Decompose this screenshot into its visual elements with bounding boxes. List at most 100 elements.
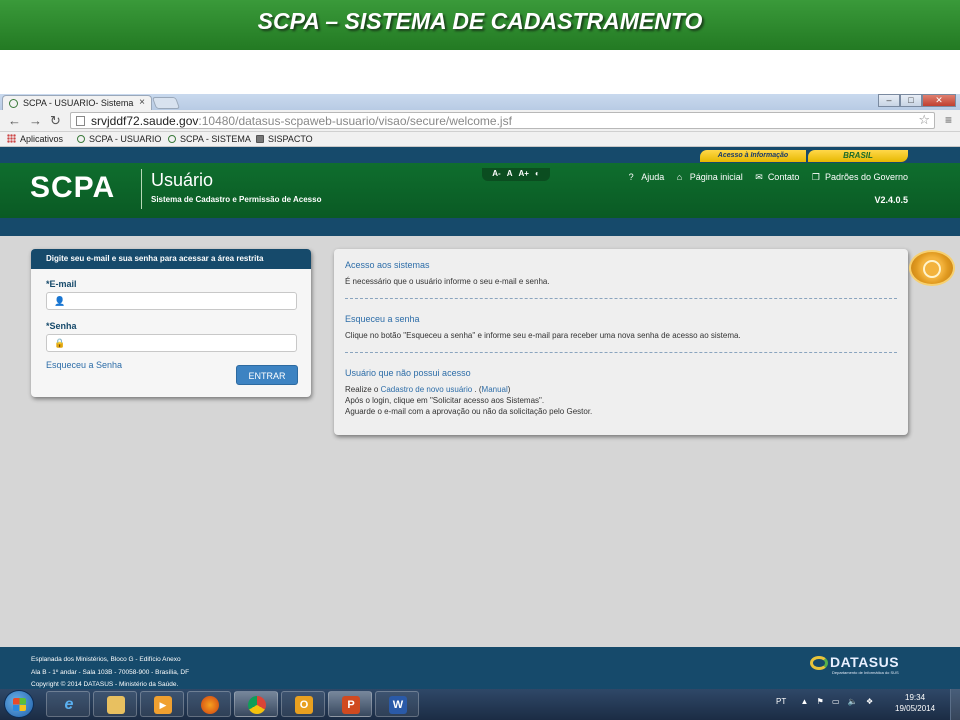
help-link[interactable]: ? Ajuda: [624, 172, 665, 182]
browser-tab-strip: SCPA - USUARIO- Sistema × – □ ✕: [0, 94, 960, 110]
window-controls: – □ ✕: [878, 94, 956, 108]
email-label: *E-mail: [46, 279, 77, 289]
flag-icon[interactable]: ⚑: [817, 697, 824, 706]
start-button[interactable]: [4, 690, 34, 718]
apps-icon: [7, 134, 16, 143]
header-links: ? Ajuda ⌂ Página inicial ✉ Contato ❐ Padrõ…: [619, 172, 908, 183]
font-increase-button[interactable]: A+: [518, 169, 528, 178]
info-title: Esqueceu a senha: [345, 314, 420, 324]
media-player-icon: ▶: [154, 696, 172, 714]
bookmark-scpa-sistema[interactable]: SCPA - SISTEMA: [168, 134, 251, 144]
taskbar: e ▶ O P W PT ▲ ⚑ ▭ 🔈 ❖ 19:34 19/05/2014: [0, 689, 960, 720]
bookmarks-bar: Aplicativos SCPA - USUARIO SCPA - SISTEM…: [0, 132, 960, 147]
lock-icon: 🔒: [54, 338, 66, 348]
language-indicator[interactable]: PT: [776, 697, 786, 706]
contact-link[interactable]: ✉ Contato: [750, 172, 799, 182]
gov-standards-link[interactable]: ❐ Padrões do Governo: [807, 172, 908, 182]
info-text: É necessário que o usuário informe o seu…: [345, 277, 550, 286]
password-label: *Senha: [46, 321, 77, 331]
favicon-icon: [9, 99, 18, 108]
favicon-icon: [168, 135, 176, 143]
contrast-icon[interactable]: ◐: [535, 169, 540, 178]
tray-expand-icon[interactable]: ▲: [800, 697, 808, 706]
info-text: Clique no botão "Esqueceu a senha" e inf…: [345, 331, 741, 340]
tab-title: SCPA - USUARIO- Sistema: [23, 98, 134, 108]
clock[interactable]: 19:34 19/05/2014: [895, 692, 935, 714]
taskbar-powerpoint[interactable]: P: [328, 691, 372, 717]
taskbar-word[interactable]: W: [375, 691, 419, 717]
show-desktop-button[interactable]: [950, 689, 960, 720]
divider: [345, 298, 897, 299]
menu-icon[interactable]: ≡: [945, 113, 952, 127]
bookmark-label: Aplicativos: [20, 134, 64, 144]
acesso-informacao-link[interactable]: Acesso à Informação: [700, 150, 806, 162]
mail-icon: ✉: [755, 172, 763, 182]
info-title: Usuário que não possui acesso: [345, 368, 471, 378]
forward-icon[interactable]: →: [29, 113, 42, 128]
network-icon[interactable]: ▭: [832, 697, 840, 706]
new-user-link[interactable]: Cadastro de novo usuário: [381, 385, 473, 394]
ie-icon: e: [64, 696, 74, 713]
forgot-password-link[interactable]: Esqueceu a Senha: [46, 360, 122, 370]
site-header: SCPA Usuário Sistema de Cadastro e Permi…: [0, 163, 960, 218]
taskbar-outlook[interactable]: O: [281, 691, 325, 717]
font-default-button[interactable]: A: [507, 169, 513, 178]
favicon-icon: [77, 135, 85, 143]
seal-inner: [923, 260, 941, 278]
sispacto-icon: [256, 135, 264, 143]
bookmark-star-icon[interactable]: ☆: [918, 112, 930, 128]
enter-button[interactable]: ENTRAR: [236, 365, 298, 385]
taskbar-media[interactable]: ▶: [140, 691, 184, 717]
powerpoint-icon: P: [342, 696, 360, 714]
font-size-controls: A- A A+ ◐: [482, 168, 550, 181]
clock-date: 19/05/2014: [895, 704, 936, 713]
volume-icon[interactable]: 🔈: [848, 697, 858, 706]
scpa-logo[interactable]: SCPA: [30, 171, 115, 205]
info-text: Realize o Cadastro de novo usuário . (Ma…: [345, 385, 593, 416]
page-icon: [76, 116, 85, 126]
word-icon: W: [389, 696, 407, 714]
taskbar-firefox[interactable]: [187, 691, 231, 717]
manual-link[interactable]: Manual: [482, 385, 508, 394]
browser-tab[interactable]: SCPA - USUARIO- Sistema ×: [2, 95, 152, 110]
divider: [345, 352, 897, 353]
back-icon[interactable]: ←: [8, 113, 21, 128]
login-heading: Digite seu e-mail e sua senha para acess…: [31, 249, 311, 269]
window-close-icon[interactable]: ✕: [922, 94, 956, 107]
chrome-icon: [248, 696, 266, 714]
reload-icon[interactable]: ↻: [50, 113, 61, 129]
new-tab-button[interactable]: [151, 97, 181, 109]
taskbar-explorer[interactable]: [93, 691, 137, 717]
brasil-link[interactable]: BRASIL: [808, 150, 908, 162]
bookmark-sispacto[interactable]: SISPACTO: [256, 134, 313, 144]
taskbar-ie[interactable]: e: [46, 691, 90, 717]
bookmark-label: SCPA - USUARIO: [89, 134, 162, 144]
seal-badge-icon[interactable]: [909, 250, 955, 286]
info-section-access: Acesso aos sistemas É necessário que o u…: [345, 260, 550, 287]
logo-divider: [141, 169, 142, 209]
firefox-icon: [201, 696, 219, 714]
home-link[interactable]: ⌂ Página inicial: [672, 172, 743, 182]
password-field[interactable]: 🔒: [46, 334, 297, 352]
app-name: Usuário: [151, 170, 214, 190]
screenshot: SCPA - USUARIO- Sistema × – □ ✕ ← → ↻ sr…: [0, 94, 960, 720]
site-footer: Esplanada dos Ministérios, Bloco G - Edi…: [0, 647, 960, 689]
dropbox-icon[interactable]: ❖: [866, 697, 873, 706]
windows-logo-icon: [13, 698, 26, 711]
maximize-icon[interactable]: □: [900, 94, 922, 107]
info-section-forgot: Esqueceu a senha Clique no botão "Esquec…: [345, 314, 741, 341]
minimize-icon[interactable]: –: [878, 94, 900, 107]
taskbar-chrome[interactable]: [234, 691, 278, 717]
info-title: Acesso aos sistemas: [345, 260, 430, 270]
font-decrease-button[interactable]: A-: [492, 169, 500, 178]
bookmark-label: SCPA - SISTEMA: [180, 134, 251, 144]
browser-toolbar: ← → ↻ srvjddf72.saude.gov:10480/datasus-…: [0, 110, 960, 132]
bookmark-apps[interactable]: Aplicativos: [7, 134, 63, 144]
close-icon[interactable]: ×: [139, 97, 145, 108]
email-field[interactable]: 👤: [46, 292, 297, 310]
address-bar[interactable]: srvjddf72.saude.gov:10480/datasus-scpawe…: [70, 112, 935, 129]
sub-bar: [0, 218, 960, 236]
clock-time: 19:34: [905, 693, 926, 702]
bookmark-scpa-usuario[interactable]: SCPA - USUARIO: [77, 134, 161, 144]
info-section-no-access: Usuário que não possui acesso Realize o …: [345, 368, 592, 417]
